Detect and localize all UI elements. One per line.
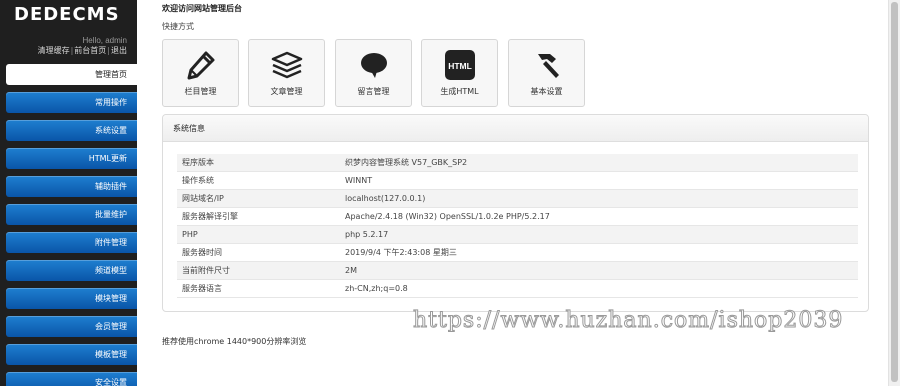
info-key: 当前附件尺寸: [177, 261, 345, 280]
vertical-scrollbar[interactable]: [888, 0, 900, 386]
sidebar-item-html-update[interactable]: HTML更新: [6, 148, 137, 169]
info-value: 织梦内容管理系统 V57_GBK_SP2: [345, 154, 858, 172]
shortcut-message-manage[interactable]: 留言管理: [335, 39, 412, 107]
footer-note: 推荐使用chrome 1440*900分辨率浏览: [162, 337, 307, 346]
logo: DEDECMS: [14, 4, 120, 25]
stack-icon: [249, 50, 324, 80]
table-row: 服务器时间 2019/9/4 下午2:43:08 星期三: [177, 243, 858, 262]
watermark-text: https://www.huzhan.com/ishop2039: [412, 308, 844, 334]
info-key: 网站域名/IP: [177, 189, 345, 208]
sidebar-item-modules[interactable]: 模块管理: [6, 288, 137, 309]
info-value: localhost(127.0.0.1): [345, 189, 858, 208]
front-home-link[interactable]: 前台首页: [74, 46, 106, 55]
shortcut-label: 基本设置: [530, 87, 563, 96]
shortcut-column-manage[interactable]: 栏目管理: [162, 39, 239, 107]
sidebar-item-system-settings[interactable]: 系统设置: [6, 120, 137, 141]
sidebar-item-admin-home[interactable]: 管理首页: [6, 64, 137, 85]
info-key: 操作系统: [177, 171, 345, 190]
table-row: 当前附件尺寸 2M: [177, 261, 858, 280]
info-value: WINNT: [345, 171, 858, 190]
info-value: zh-CN,zh;q=0.8: [345, 279, 858, 298]
system-info-panel: 系统信息 程序版本 织梦内容管理系统 V57_GBK_SP2 操作系统 WINNT …: [162, 114, 869, 312]
info-key: 服务器时间: [177, 243, 345, 262]
table-row: 服务器解译引擎 Apache/2.4.18 (Win32) OpenSSL/1.0…: [177, 207, 858, 226]
shortcut-label: 栏目管理: [184, 87, 217, 96]
shortcut-article-manage[interactable]: 文章管理: [248, 39, 325, 107]
shortcut-bar: 栏目管理 文章管理 留言管理 HTML 生成HTML 基本设置: [162, 39, 802, 107]
shortcut-basic-settings[interactable]: 基本设置: [508, 39, 585, 107]
info-key: PHP: [177, 225, 345, 244]
sidebar-item-batch-maintenance[interactable]: 批量维护: [6, 204, 137, 225]
table-row: 操作系统 WINNT: [177, 171, 858, 190]
sidebar-item-security[interactable]: 安全设置: [6, 372, 137, 386]
html-icon-text: HTML: [448, 61, 472, 71]
info-key: 服务器解译引擎: [177, 207, 345, 226]
info-value: 2019/9/4 下午2:43:08 星期三: [345, 243, 858, 262]
shortcut-label: 留言管理: [357, 87, 390, 96]
sidebar-item-attachments[interactable]: 附件管理: [6, 232, 137, 253]
html-icon: HTML: [422, 50, 497, 80]
sidebar-item-templates[interactable]: 模板管理: [6, 344, 137, 365]
greeting-text: Hello, admin: [82, 36, 127, 45]
sidebar-item-channel-models[interactable]: 频道模型: [6, 260, 137, 281]
table-row: PHP php 5.2.17: [177, 225, 858, 244]
table-row: 程序版本 织梦内容管理系统 V57_GBK_SP2: [177, 154, 858, 172]
pencil-icon: [163, 50, 238, 80]
sidebar-item-members[interactable]: 会员管理: [6, 316, 137, 337]
sidebar-menu: 管理首页 常用操作 系统设置 HTML更新 辅助插件 批量维护 附件管理 频道模…: [6, 64, 137, 386]
scrollbar-thumb[interactable]: [891, 2, 898, 382]
info-key: 服务器语言: [177, 279, 345, 298]
sidebar: DEDECMS Hello, admin 清理缓存|前台首页|退出 管理首页 常…: [0, 0, 137, 386]
speech-bubble-icon: [336, 50, 411, 80]
info-value: Apache/2.4.18 (Win32) OpenSSL/1.0.2e PHP…: [345, 207, 858, 226]
system-info-title: 系统信息: [163, 115, 868, 142]
info-value: php 5.2.17: [345, 225, 858, 244]
top-links: 清理缓存|前台首页|退出: [38, 46, 127, 56]
info-value: 2M: [345, 261, 858, 280]
sidebar-item-plugins[interactable]: 辅助插件: [6, 176, 137, 197]
system-info-table: 程序版本 织梦内容管理系统 V57_GBK_SP2 操作系统 WINNT 网站域名/…: [177, 154, 858, 298]
logout-link[interactable]: 退出: [111, 46, 127, 55]
table-row: 网站域名/IP localhost(127.0.0.1): [177, 189, 858, 208]
sidebar-item-common-ops[interactable]: 常用操作: [6, 92, 137, 113]
shortcut-heading: 快捷方式: [162, 22, 194, 31]
table-row: 服务器语言 zh-CN,zh;q=0.8: [177, 279, 858, 298]
shortcut-label: 文章管理: [270, 87, 303, 96]
clear-cache-link[interactable]: 清理缓存: [38, 46, 70, 55]
shortcut-generate-html[interactable]: HTML 生成HTML: [421, 39, 498, 107]
shortcut-label: 生成HTML: [440, 87, 479, 96]
info-key: 程序版本: [177, 154, 345, 172]
page-title: 欢迎访问网站管理后台: [162, 4, 242, 13]
hammer-icon: [509, 50, 584, 80]
